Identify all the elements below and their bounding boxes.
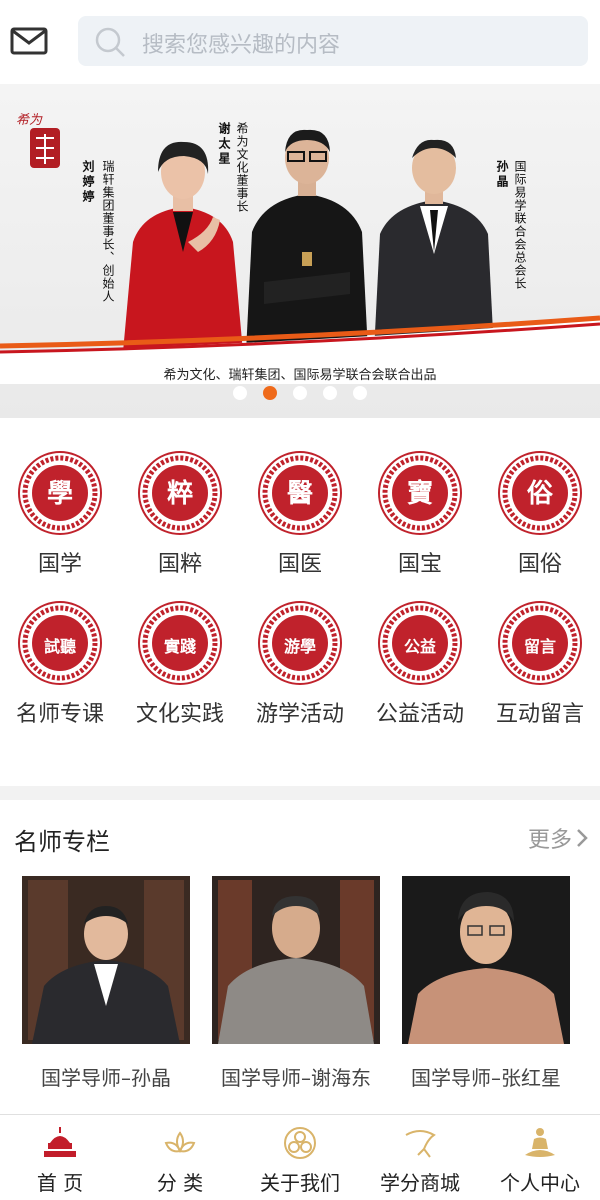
category-item[interactable]: 醫国医	[240, 450, 360, 578]
seal-glyph: 學	[47, 479, 73, 509]
category-grid: 學国学粹国粹醫国医寶国宝俗国俗 試聽 名师专课 實踐 文化实践 游學 游学活动 公益 公益活动留…	[0, 418, 600, 786]
tab-label: 关于我们	[260, 1171, 340, 1195]
carousel-dot-active[interactable]	[263, 386, 277, 400]
seal-glyph: 醫	[287, 479, 313, 509]
more-button[interactable]: 更多	[528, 822, 588, 854]
carousel-indicator[interactable]	[0, 386, 600, 402]
teacher-photo	[402, 876, 570, 1044]
carousel-dot[interactable]	[233, 386, 247, 400]
seal-glyph: 寶	[407, 478, 433, 509]
carousel-dot[interactable]	[353, 386, 367, 400]
seal-glyph: 留言	[524, 637, 556, 656]
banner-caption: 希为文化、瑞轩集团、国际易学联合会联合出品	[163, 368, 437, 383]
teacher-name[interactable]: 国学导师–张红星	[386, 1062, 586, 1091]
search-bar[interactable]: 搜索您感兴趣的内容	[78, 16, 588, 66]
teacher-name[interactable]: 国学导师–谢海东	[196, 1062, 396, 1091]
lotus-icon	[164, 1131, 196, 1153]
mail-icon[interactable]	[10, 26, 48, 56]
category-item[interactable]: 游學 游学活动	[240, 600, 360, 728]
category-item[interactable]: 學国学	[0, 450, 120, 578]
bottom-tab-bar: 首 页 分 类 关于我们 学分商城 个人中心	[0, 1114, 600, 1200]
person-name-1: 刘婷婷	[81, 160, 95, 205]
person-name-2: 谢太星	[217, 122, 231, 167]
category-label: 国粹	[157, 552, 202, 577]
category-label: 游学活动	[255, 702, 344, 727]
search-icon	[95, 27, 125, 57]
seal-icon: 公益	[378, 601, 462, 685]
seal-icon: 粹	[138, 451, 222, 535]
tab-category[interactable]: 分 类	[120, 1115, 240, 1200]
seal-glyph: 游學	[284, 637, 316, 656]
seal-icon: 醫	[258, 451, 342, 535]
teacher-card-1[interactable]	[22, 876, 190, 1044]
seal-icon: 留言	[498, 601, 582, 685]
seal-glyph: 粹	[167, 478, 193, 509]
category-item[interactable]: 寶国宝	[360, 450, 480, 578]
carousel-dot[interactable]	[323, 386, 337, 400]
more-label: 更多	[527, 828, 572, 853]
chevron-right-icon	[577, 829, 588, 847]
brand-logo: 希为	[16, 113, 60, 168]
seal-icon: 寶	[378, 451, 462, 535]
person-name-3: 孙晶	[495, 160, 509, 190]
category-label: 文化实践	[135, 702, 224, 727]
seal-glyph: 公益	[404, 637, 436, 656]
meditation-icon	[525, 1128, 555, 1157]
seal-icon: 游學	[258, 601, 342, 685]
carousel-dot[interactable]	[293, 386, 307, 400]
tab-label: 首 页	[36, 1171, 84, 1195]
seal-glyph: 試聽	[44, 637, 76, 656]
category-label: 国医	[277, 552, 322, 577]
hero-banner[interactable]: 希为 瑞轩集团董事长、创始人 刘婷婷 希为文化董事长 谢太星 国际易学联合会总会…	[0, 84, 600, 418]
section-title: 名师专栏	[14, 828, 110, 856]
category-item[interactable]: 俗国俗	[480, 450, 600, 578]
teacher-column-section: 名师专栏 更多 国学导师–孙晶 国学导师–谢海东 国学导师–张红星	[0, 800, 600, 1114]
seal-icon: 俗	[498, 451, 582, 535]
tab-label: 个人中心	[500, 1171, 580, 1195]
tab-label: 分 类	[156, 1171, 204, 1195]
seal-icon: 試聽	[18, 601, 102, 685]
tab-home[interactable]: 首 页	[0, 1115, 120, 1200]
tab-label: 学分商城	[380, 1171, 460, 1195]
teacher-photo	[22, 876, 190, 1044]
tab-profile[interactable]: 个人中心	[480, 1115, 600, 1200]
category-item[interactable]: 實踐 文化实践	[120, 600, 240, 728]
person-title-3: 国际易学联合会总会长	[513, 160, 527, 290]
teacher-card-3[interactable]	[402, 876, 570, 1044]
category-label: 名师专课	[15, 702, 104, 727]
tab-shop[interactable]: 学分商城	[360, 1115, 480, 1200]
search-input[interactable]: 搜索您感兴趣的内容	[142, 27, 340, 59]
emblem-icon	[284, 1127, 316, 1159]
seal-icon: 實踐	[138, 601, 222, 685]
category-label: 国学	[37, 552, 82, 577]
teacher-card-2[interactable]	[212, 876, 380, 1044]
seal-icon: 學	[18, 451, 102, 535]
seal-glyph: 實踐	[164, 637, 196, 656]
teacher-photo	[212, 876, 380, 1044]
person-title-1: 瑞轩集团董事长、创始人	[101, 160, 115, 303]
category-label: 国俗	[517, 552, 562, 577]
seal-glyph: 俗	[527, 479, 554, 509]
svg-text:希为: 希为	[16, 113, 43, 128]
category-item[interactable]: 公益 公益活动	[360, 600, 480, 728]
category-label: 国宝	[397, 552, 442, 577]
category-item[interactable]: 留言 互动留言	[480, 600, 600, 728]
category-item[interactable]: 試聽 名师专课	[0, 600, 120, 728]
category-label: 互动留言	[495, 702, 584, 727]
temple-icon	[44, 1127, 76, 1157]
ribbon-icon	[405, 1130, 436, 1158]
tab-about[interactable]: 关于我们	[240, 1115, 360, 1200]
top-header: 搜索您感兴趣的内容	[0, 0, 600, 84]
person-title-2: 希为文化董事长	[235, 122, 249, 213]
teacher-name[interactable]: 国学导师–孙晶	[6, 1062, 206, 1091]
category-label: 公益活动	[375, 702, 464, 727]
category-item[interactable]: 粹国粹	[120, 450, 240, 578]
